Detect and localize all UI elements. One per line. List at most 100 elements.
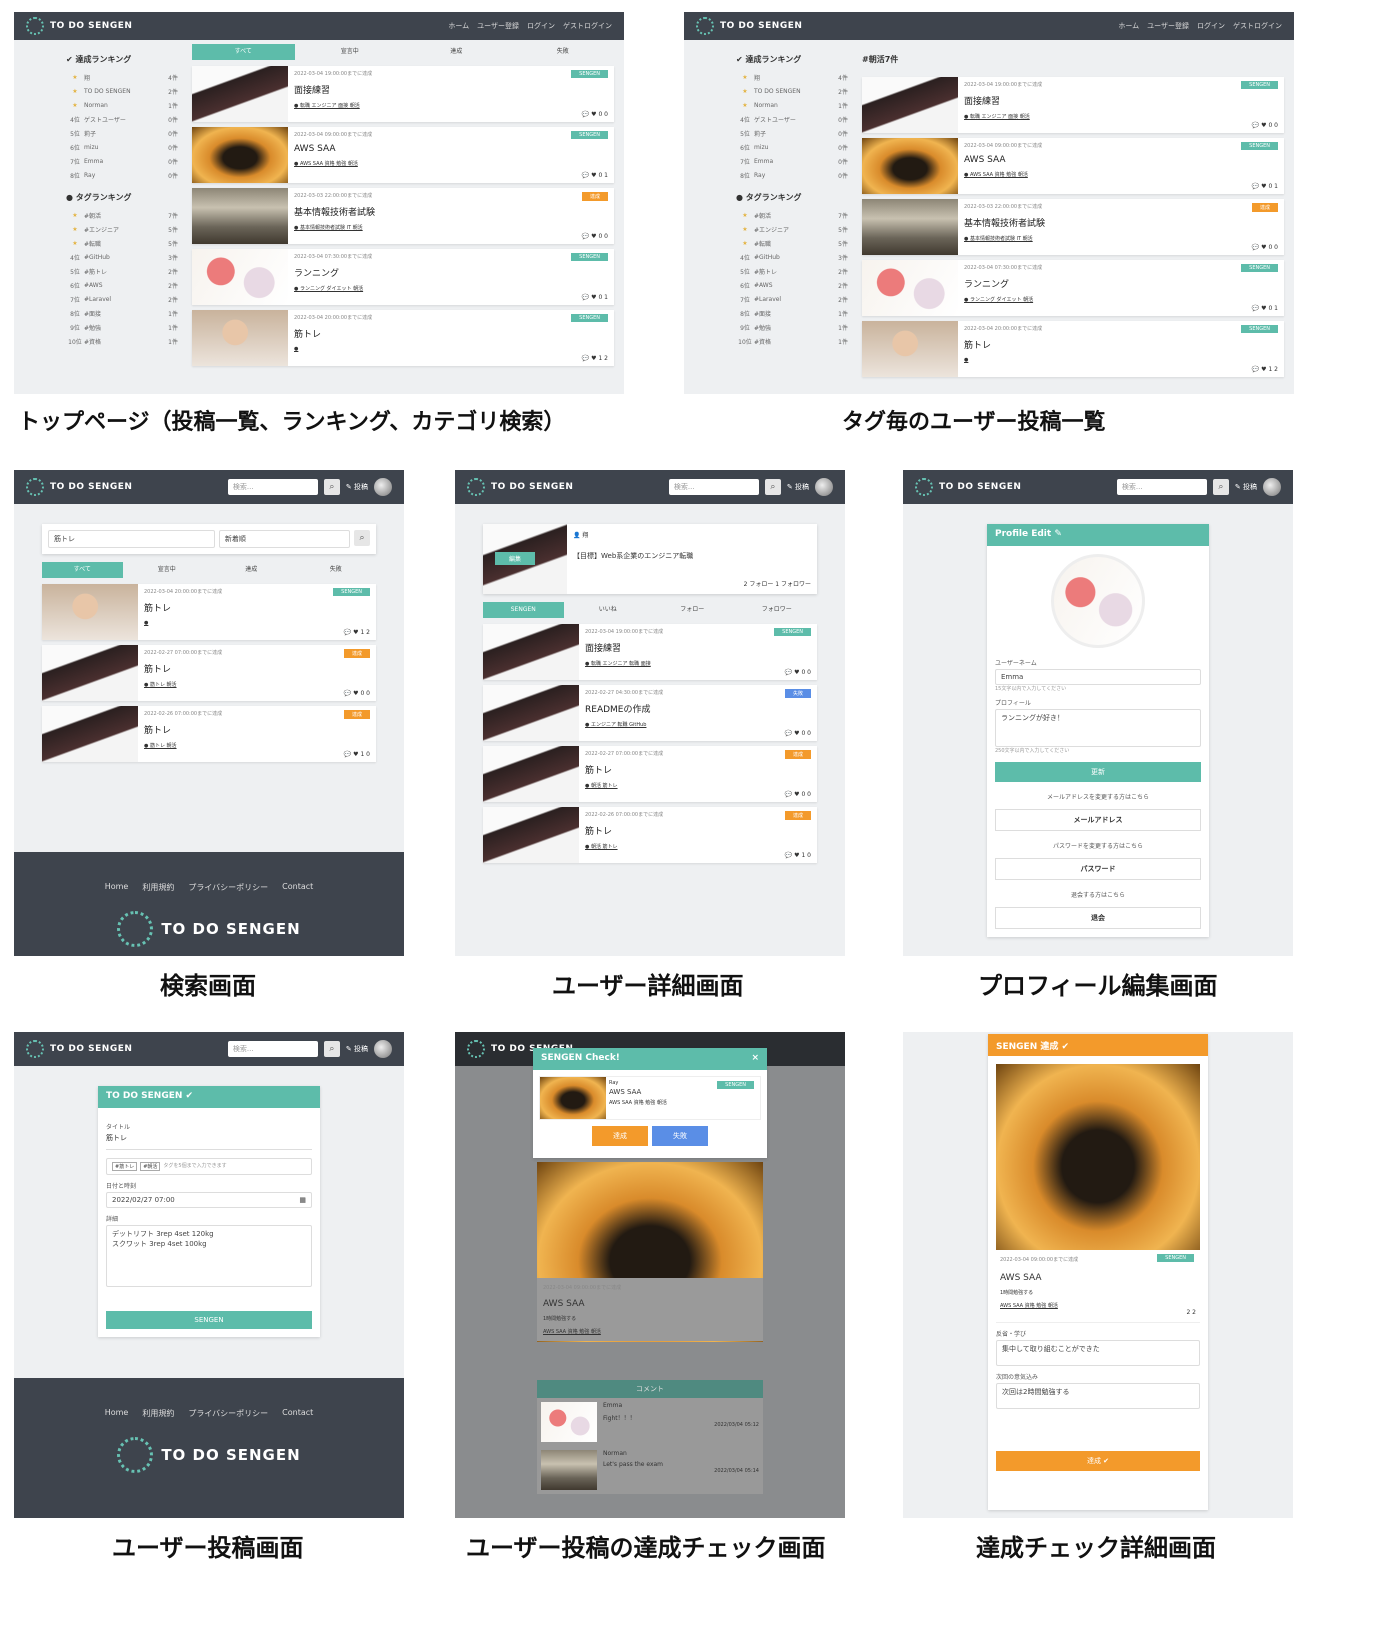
- nav-search-input[interactable]: 検索...: [1116, 479, 1207, 495]
- ranking-row[interactable]: 7位 Emma 0件: [736, 154, 848, 168]
- ranking-row[interactable]: 4位 #GitHub 3件: [66, 250, 178, 264]
- post-tags[interactable]: ● AWS SAA 資格 勉強 朝活: [294, 160, 608, 167]
- post-tags[interactable]: AWS SAA 資格 勉強 朝活: [1000, 1302, 1196, 1309]
- post-tags[interactable]: ●: [144, 620, 370, 626]
- post-card[interactable]: 2022-02-27 07:00:00までに達成 達成 筋トレ ● 筋トレ 朝活…: [42, 645, 376, 701]
- brand[interactable]: TO DO SENGEN: [467, 478, 573, 496]
- footer-contact[interactable]: Contact: [282, 1408, 313, 1419]
- post-card[interactable]: 2022-03-04 20:00:00までに達成 SENGEN 筋トレ ● 💬 …: [192, 310, 614, 366]
- post-card[interactable]: 2022-03-04 20:00:00までに達成 SENGEN 筋トレ ● 💬 …: [42, 584, 376, 640]
- ranking-row[interactable]: ★ #朝活 7件: [66, 208, 178, 222]
- ranking-row[interactable]: 5位 莉子 0件: [736, 126, 848, 140]
- nav-login[interactable]: ログイン: [527, 21, 555, 31]
- nav-login[interactable]: ログイン: [1197, 21, 1225, 31]
- reflection-field[interactable]: 集中して取り組むことができた: [996, 1340, 1200, 1366]
- ranking-row[interactable]: ★ TO DO SENGEN 2件: [736, 84, 848, 98]
- ranking-row[interactable]: 8位 Ray 0件: [66, 168, 178, 182]
- edit-button[interactable]: 編集: [495, 552, 536, 565]
- ranking-row[interactable]: 8位 #面接 1件: [66, 306, 178, 320]
- post-card[interactable]: 2022-02-26 07:00:00までに達成 達成 筋トレ ● 朝活 筋トレ…: [483, 807, 817, 863]
- calendar-icon[interactable]: ▦: [299, 1196, 306, 1204]
- nav-post-link[interactable]: ✎ 投稿: [346, 482, 368, 492]
- tab-sengen[interactable]: SENGEN: [483, 602, 564, 618]
- search-icon[interactable]: ⌕: [764, 479, 781, 495]
- search-icon[interactable]: ⌕: [323, 1041, 340, 1057]
- follow-counts[interactable]: 2 フォロー 1 フォロワー: [744, 579, 811, 588]
- post-card[interactable]: 2022-03-03 22:00:00までに達成 達成 基本情報技術者試験 ● …: [862, 199, 1284, 255]
- quit-button[interactable]: 退会: [995, 907, 1201, 929]
- datetime-input[interactable]: 2022/02/27 07:00 ▦: [106, 1192, 312, 1208]
- ranking-row[interactable]: 8位 Ray 0件: [736, 168, 848, 182]
- tab-achieved[interactable]: 達成: [211, 562, 292, 578]
- ranking-row[interactable]: ★ #転職 5件: [66, 236, 178, 250]
- search-icon[interactable]: ⌕: [323, 479, 340, 495]
- post-card[interactable]: 2022-03-04 09:00:00までに達成 SENGEN AWS SAA …: [862, 138, 1284, 194]
- search-input[interactable]: 筋トレ: [48, 530, 215, 548]
- post-card[interactable]: 2022-03-03 22:00:00までに達成 達成 基本情報技術者試験 ● …: [192, 188, 614, 244]
- footer-terms[interactable]: 利用規約: [142, 1408, 174, 1419]
- profile-field[interactable]: ランニングが好き！: [995, 709, 1201, 747]
- tab-achieved[interactable]: 達成: [405, 44, 508, 60]
- brand[interactable]: TO DO SENGEN: [915, 478, 1021, 496]
- password-button[interactable]: パスワード: [995, 858, 1201, 880]
- ranking-row[interactable]: 7位 #Laravel 2件: [66, 292, 178, 306]
- post-tags[interactable]: ● 朝活 筋トレ: [585, 843, 811, 850]
- tab-followers[interactable]: フォロワー: [737, 602, 818, 618]
- nav-home[interactable]: ホーム: [448, 21, 469, 31]
- brand[interactable]: TO DO SENGEN: [26, 478, 132, 496]
- ranking-row[interactable]: 5位 #筋トレ 2件: [736, 264, 848, 278]
- nav-post-link[interactable]: ✎ 投稿: [1235, 482, 1257, 492]
- ranking-row[interactable]: 6位 #AWS 2件: [66, 278, 178, 292]
- post-tags[interactable]: ● 転職 エンジニア 転職 面接: [585, 660, 811, 667]
- ranking-row[interactable]: 10位 #資格 1件: [66, 334, 178, 348]
- post-tags[interactable]: ● 筋トレ 朝活: [144, 681, 370, 688]
- post-tags[interactable]: ● 筋トレ 朝活: [144, 742, 370, 749]
- tab-all[interactable]: すべて: [42, 562, 123, 578]
- ranking-row[interactable]: 9位 #勉強 1件: [66, 320, 178, 334]
- nav-register[interactable]: ユーザー登録: [477, 21, 519, 31]
- avatar[interactable]: [815, 478, 833, 496]
- ranking-row[interactable]: 5位 #筋トレ 2件: [66, 264, 178, 278]
- avatar[interactable]: [1263, 478, 1281, 496]
- sort-select[interactable]: 新着順: [218, 530, 350, 548]
- ranking-row[interactable]: 4位 ゲストユーザー 0件: [66, 112, 178, 126]
- update-button[interactable]: 更新: [995, 762, 1201, 782]
- next-field[interactable]: 次回は2時間勉強する: [996, 1383, 1200, 1409]
- search-icon[interactable]: ⌕: [354, 530, 370, 546]
- ranking-row[interactable]: 8位 #面接 1件: [736, 306, 848, 320]
- post-tags[interactable]: ● エンジニア 転職 GitHub: [585, 721, 811, 728]
- brand[interactable]: TO DO SENGEN: [26, 1040, 132, 1058]
- post-tags[interactable]: ●: [294, 346, 608, 352]
- nav-guest-login[interactable]: ゲストログイン: [1233, 21, 1282, 31]
- post-card[interactable]: 2022-03-04 07:30:00までに達成 SENGEN ランニング ● …: [192, 249, 614, 305]
- ranking-row[interactable]: 7位 Emma 0件: [66, 154, 178, 168]
- brand[interactable]: TO DO SENGEN: [696, 17, 802, 35]
- tab-likes[interactable]: いいね: [568, 602, 649, 618]
- tab-failed[interactable]: 失敗: [512, 44, 615, 60]
- post-tags[interactable]: ● 基本情報技術者試験 IT 朝活: [964, 235, 1278, 242]
- ranking-row[interactable]: ★ #転職 5件: [736, 236, 848, 250]
- search-icon[interactable]: ⌕: [1212, 479, 1229, 495]
- avatar[interactable]: [374, 478, 392, 496]
- nav-post-link[interactable]: ✎ 投稿: [787, 482, 809, 492]
- post-tags[interactable]: ● AWS SAA 資格 勉強 朝活: [964, 171, 1278, 178]
- nav-post-link[interactable]: ✎ 投稿: [346, 1044, 368, 1054]
- tab-all[interactable]: すべて: [192, 44, 295, 60]
- post-card[interactable]: 2022-03-04 20:00:00までに達成 SENGEN 筋トレ ● 💬 …: [862, 321, 1284, 377]
- ranking-row[interactable]: ★ Norman 1件: [66, 98, 178, 112]
- username-field[interactable]: Emma: [995, 669, 1201, 685]
- detail-textarea[interactable]: デットリフト 3rep 4set 120kg スクワット 3rep 4set 1…: [106, 1225, 312, 1287]
- footer-contact[interactable]: Contact: [282, 882, 313, 893]
- ranking-row[interactable]: 9位 #勉強 1件: [736, 320, 848, 334]
- ranking-row[interactable]: 6位 mizu 0件: [736, 140, 848, 154]
- ranking-row[interactable]: ★ #エンジニア 5件: [66, 222, 178, 236]
- profile-avatar[interactable]: [1051, 554, 1145, 648]
- ranking-row[interactable]: ★ TO DO SENGEN 2件: [66, 84, 178, 98]
- nav-search-input[interactable]: 検索...: [227, 1041, 318, 1057]
- post-card[interactable]: 2022-02-27 07:00:00までに達成 達成 筋トレ ● 朝活 筋トレ…: [483, 746, 817, 802]
- avatar[interactable]: [374, 1040, 392, 1058]
- post-tags[interactable]: ● 朝活 筋トレ: [585, 782, 811, 789]
- ranking-row[interactable]: ★ 翔 4件: [736, 70, 848, 84]
- post-card[interactable]: 2022-03-04 19:00:00までに達成 SENGEN 面接練習 ● 転…: [483, 624, 817, 680]
- tab-failed[interactable]: 失敗: [296, 562, 377, 578]
